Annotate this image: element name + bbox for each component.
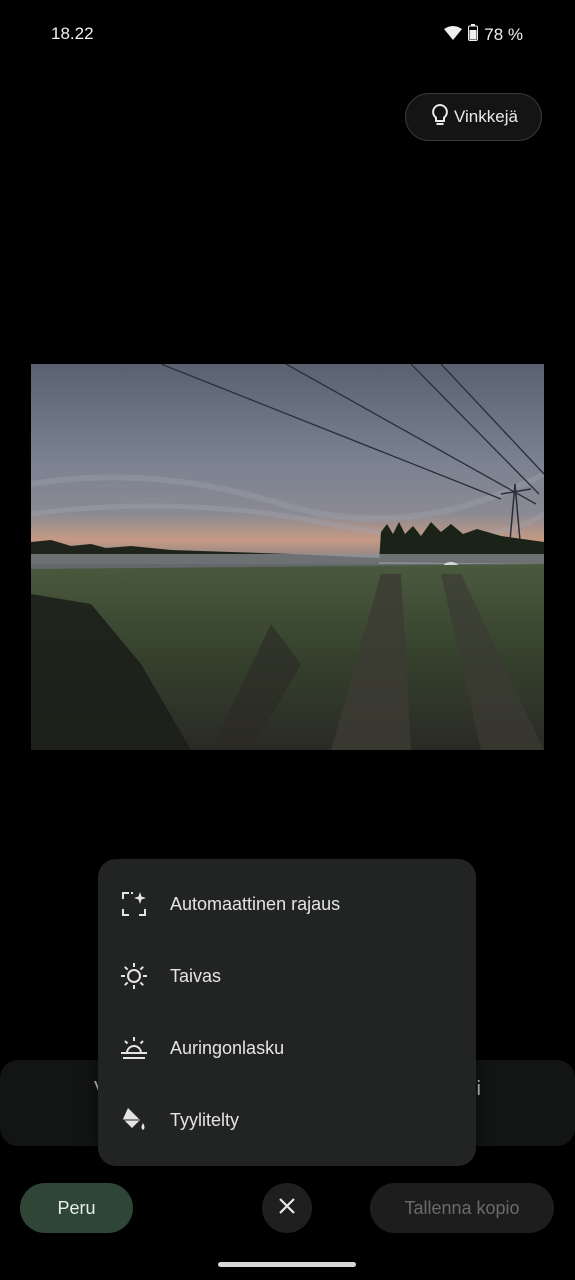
suggestions-menu: Automaattinen rajaus Taivas Auringonlask… — [98, 859, 476, 1166]
battery-percentage: 78 % — [484, 25, 523, 44]
gesture-handle[interactable] — [218, 1262, 356, 1267]
menu-item-sunset[interactable]: Auringonlasku — [98, 1018, 476, 1078]
tool-label-right: i — [476, 1078, 481, 1100]
lightbulb-icon — [430, 103, 450, 132]
bottom-action-bar: Peru Tallenna kopio — [0, 1183, 575, 1233]
cancel-button[interactable]: Peru — [20, 1183, 133, 1233]
menu-item-auto-crop[interactable]: Automaattinen rajaus — [98, 874, 476, 934]
close-icon — [278, 1197, 296, 1220]
wifi-icon — [444, 25, 463, 45]
sun-icon — [119, 961, 149, 991]
sunset-icon — [119, 1033, 149, 1063]
auto-crop-icon — [119, 889, 149, 919]
menu-item-label: Tyylitelty — [170, 1109, 240, 1130]
menu-item-label: Taivas — [170, 965, 222, 986]
menu-item-stylized[interactable]: Tyylitelty — [98, 1090, 476, 1150]
menu-item-label: Automaattinen rajaus — [170, 893, 341, 914]
menu-item-label: Auringonlasku — [170, 1037, 285, 1058]
close-menu-button[interactable] — [262, 1183, 312, 1233]
status-time: 18.22 — [51, 24, 94, 43]
menu-item-sky[interactable]: Taivas — [98, 946, 476, 1006]
paint-bucket-icon — [119, 1105, 149, 1135]
status-bar: 18.22 78 % — [0, 0, 575, 70]
tips-button[interactable]: Vinkkejä — [405, 93, 542, 141]
save-copy-button[interactable]: Tallenna kopio — [370, 1183, 554, 1233]
battery-icon — [468, 24, 479, 46]
status-icons: 78 % — [444, 24, 523, 46]
landscape-photo — [31, 364, 544, 750]
tips-label: Vinkkejä — [454, 107, 518, 126]
edited-photo[interactable] — [31, 364, 544, 750]
